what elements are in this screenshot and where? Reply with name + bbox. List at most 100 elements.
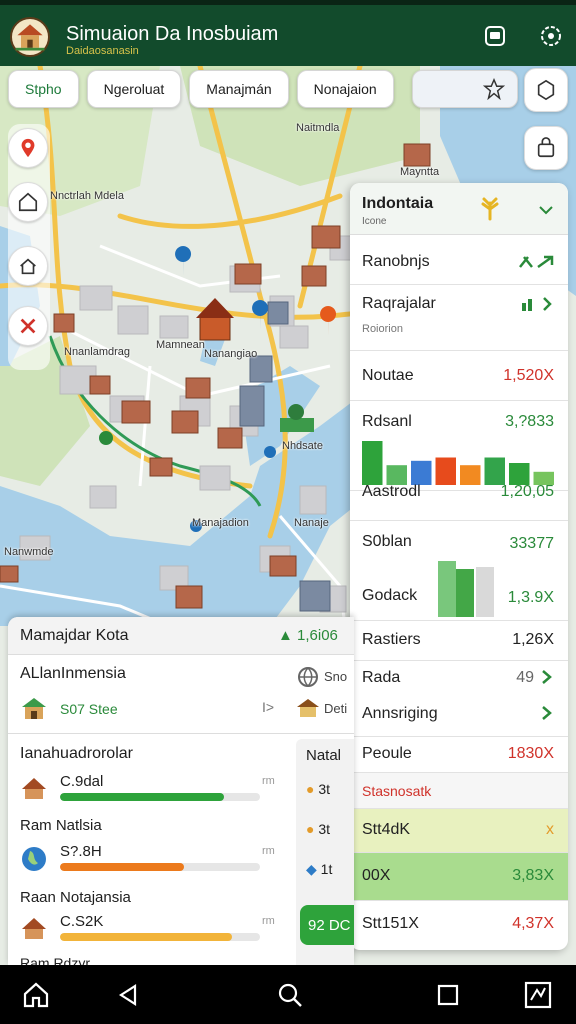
section-title: ALlanInmensia xyxy=(20,665,126,682)
city-info-panel: Mamajdar Kota ▲ 1,6i06 ALlanInmensia S07… xyxy=(8,617,354,965)
side-column: Natal ● 3t ● 3t ◆ 1t 92 DC xyxy=(296,739,354,965)
city-name: Mamajdar Kota xyxy=(20,627,129,644)
item-title: Ram Rdzyr xyxy=(20,955,91,965)
up-arrow-icon: ▲ xyxy=(278,627,298,644)
map-label: Mamnean xyxy=(156,339,205,351)
settings-icon[interactable] xyxy=(536,21,566,51)
building-icon xyxy=(20,258,36,275)
globe-icon xyxy=(22,847,46,871)
stat-row: Aastrodl 1,20,05 xyxy=(350,483,568,521)
view-tabs: Stpho Ngeroluat Manajmán Nonajaion xyxy=(8,70,394,108)
tab-ngeroluat[interactable]: Ngeroluat xyxy=(86,70,182,108)
chart-bar-5 xyxy=(460,465,481,485)
hut-icon xyxy=(22,918,46,939)
coin-row: ● 3t xyxy=(306,781,331,797)
stat-row[interactable]: Stt4dK x xyxy=(350,809,568,853)
wheat-icon xyxy=(478,195,502,221)
chart-bar-1 xyxy=(362,441,383,485)
home-icon[interactable] xyxy=(18,977,54,1013)
chart-bar xyxy=(456,569,474,617)
collect-button[interactable]: 92 DC xyxy=(300,905,354,945)
chart-bar xyxy=(476,567,494,617)
location-button[interactable] xyxy=(8,128,48,168)
stat-row[interactable]: Raqrajalar Roiorion xyxy=(350,285,568,351)
item-value: C.9dal xyxy=(60,773,104,790)
gem-row: ◆ 1t xyxy=(306,861,333,877)
app-logo-icon xyxy=(10,17,50,57)
location-pin-icon xyxy=(21,138,35,158)
chart-bar xyxy=(438,561,456,617)
map-label: Nanwmde xyxy=(4,546,54,558)
chevron-right-icon xyxy=(540,669,554,685)
city-info-header: Mamajdar Kota ▲ 1,6i06 xyxy=(8,617,354,655)
population-value: S07 Stee xyxy=(60,701,118,717)
stat-row[interactable]: Rada 49 Annsriging xyxy=(350,661,568,737)
shop-button[interactable] xyxy=(524,126,568,170)
item-title: Ram Natlsia xyxy=(20,817,102,834)
map-edit-icon[interactable] xyxy=(520,977,556,1013)
chevron-right-icon[interactable]: I> xyxy=(262,699,274,715)
divider xyxy=(8,733,354,734)
section-title: Ianahuadrorolar xyxy=(20,745,133,762)
stats-panel-subtitle: Icone xyxy=(362,216,387,227)
stats-panel: Indontaia Icone Ranobnjs Raqrajalar Roio… xyxy=(350,183,568,950)
chart-bar-4 xyxy=(435,457,456,485)
tab-manajman[interactable]: Manajmán xyxy=(189,70,289,108)
build-button[interactable] xyxy=(8,246,48,286)
map-label: Manajadion xyxy=(192,517,249,529)
chart-bar-6 xyxy=(484,457,505,485)
star-icon xyxy=(483,78,505,100)
tab-nonajaion[interactable]: Nonajaion xyxy=(296,70,394,108)
stat-row: Stasnosatk xyxy=(350,773,568,809)
coin-icon: ● xyxy=(306,821,319,837)
badge-icon xyxy=(537,79,555,101)
hut-icon xyxy=(22,778,46,799)
collapse-chevron-icon[interactable] xyxy=(536,199,556,219)
gem-icon: ◆ xyxy=(306,861,321,877)
item-value: S?.8H xyxy=(60,843,102,860)
stat-row: Stt151X 4,37X xyxy=(362,915,554,932)
badge-button[interactable] xyxy=(524,68,568,112)
house-icon xyxy=(18,192,38,212)
house-icon xyxy=(22,698,46,719)
stats-panel-title: Indontaia xyxy=(362,195,434,212)
demolish-button[interactable] xyxy=(8,306,48,346)
stat-chart-row: Rdsanl 3,?833 xyxy=(350,401,568,491)
search-icon[interactable] xyxy=(272,977,308,1013)
item-title: Raan Notajansia xyxy=(20,889,131,906)
stat-row[interactable]: 00X 3,83X xyxy=(350,853,568,901)
favorite-button[interactable] xyxy=(412,70,518,108)
app-title: Simuaion Da Inosbuiam xyxy=(66,23,279,45)
coin-icon: ● xyxy=(306,781,319,797)
screenshot-icon[interactable] xyxy=(480,21,510,51)
chart-bar-7 xyxy=(509,463,530,485)
map-label: Nanangiao xyxy=(204,348,258,360)
home-map-button[interactable] xyxy=(8,182,48,222)
map-label: Nanaje xyxy=(294,517,329,529)
system-nav-bar xyxy=(0,965,576,1024)
stats-panel-header: Indontaia Icone xyxy=(350,183,568,235)
map-label: Naitmdla xyxy=(296,122,340,134)
stat-row: Peoule 1830X xyxy=(350,737,568,773)
trend-up-icon xyxy=(518,253,554,271)
stat-chart-row: S0blan 33377 Godack 1,3.9X xyxy=(350,521,568,621)
stat-row: Noutae 1,520X xyxy=(350,351,568,401)
progress-fill xyxy=(60,863,184,871)
progress-fill xyxy=(60,793,224,801)
chevron-right-icon xyxy=(518,295,554,313)
tab-stpho[interactable]: Stpho xyxy=(8,70,79,108)
globe-icon xyxy=(298,667,318,688)
progress-bar xyxy=(60,863,260,871)
progress-fill xyxy=(60,933,232,941)
progress-bar xyxy=(60,933,260,941)
map-label: Nnanlamdrag xyxy=(64,346,131,358)
app-subtitle: Daidaosanasin xyxy=(66,45,139,57)
square-icon[interactable] xyxy=(430,977,466,1013)
chart-bar-3 xyxy=(411,460,432,485)
map-label: Nhdsate xyxy=(282,440,323,452)
stat-row[interactable]: Ranobnjs xyxy=(350,235,568,285)
chevron-right-icon xyxy=(540,705,554,721)
back-icon[interactable] xyxy=(110,977,146,1013)
map-label: Nnctrlah Mdela xyxy=(50,190,124,202)
shopping-bag-icon xyxy=(537,137,555,158)
